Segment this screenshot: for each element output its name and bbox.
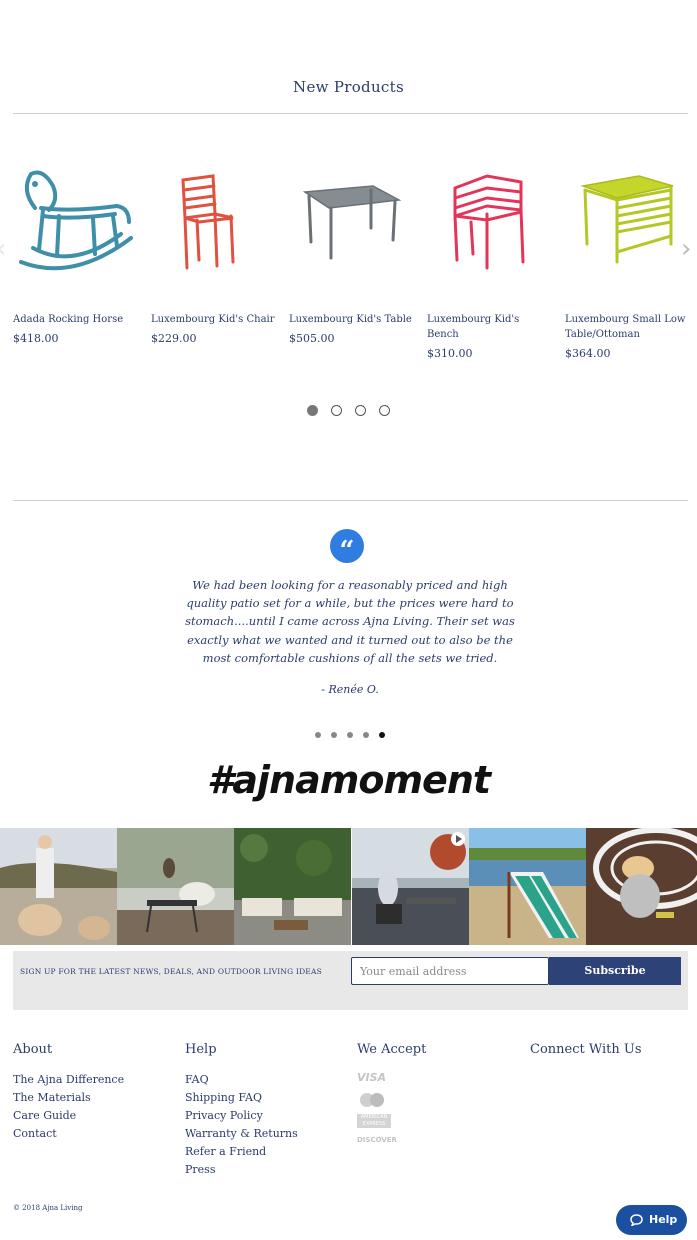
testimonial-author: - Renée O. [321,683,379,696]
footer-link[interactable]: Press [185,1161,298,1179]
product-card[interactable]: Luxembourg Kid's Bench $310.00 [427,150,552,360]
footer-link[interactable]: The Materials [13,1089,124,1107]
footer-link[interactable]: FAQ [185,1071,298,1089]
carousel-pagination [0,400,697,419]
newsletter-signup: Sign up for the latest news, deals, and … [13,951,688,1010]
instagram-photo[interactable] [0,828,117,945]
subscribe-button[interactable]: Subscribe [549,957,681,985]
product-image[interactable] [151,150,276,290]
help-label: Help [649,1213,678,1226]
footer-heading: Help [185,1042,217,1057]
footer-heading: About [13,1042,53,1057]
instagram-photo[interactable] [117,828,235,945]
product-card[interactable]: Adada Rocking Horse $418.00 [13,150,138,345]
pagination-dot[interactable] [330,732,337,738]
product-image[interactable] [13,150,138,290]
instagram-photo[interactable] [585,828,697,945]
footer-about: About The Ajna Difference The Materials … [13,1042,124,1143]
footer-heading: Connect With Us [530,1042,642,1057]
footer-link[interactable]: Care Guide [13,1107,124,1125]
visa-icon: VISA [357,1071,387,1084]
copyright: © 2018 Ajna Living [13,1204,83,1212]
product-carousel: Adada Rocking Horse $418.00 Luxembourg K… [13,150,688,380]
product-price: $310.00 [427,347,473,360]
instagram-photo[interactable] [351,828,469,945]
product-price: $364.00 [565,347,611,360]
instagram-feed [0,828,697,945]
signup-label: Sign up for the latest news, deals, and … [20,967,322,976]
pagination-dot[interactable] [379,732,386,738]
instagram-photo[interactable] [234,828,352,945]
divider [13,500,688,501]
product-name[interactable]: Luxembourg Kid's Bench [427,312,552,342]
instagram-photo[interactable] [468,828,586,945]
pagination-dot[interactable] [347,732,353,738]
footer-heading: We Accept [357,1042,427,1057]
footer-link[interactable]: Shipping FAQ [185,1089,298,1107]
product-name[interactable]: Luxembourg Kid's Table [289,312,414,327]
divider [13,113,688,114]
footer-connect: Connect With Us [530,1042,642,1071]
product-name[interactable]: Luxembourg Small Low Table/Ottoman [565,312,690,342]
product-name[interactable]: Adada Rocking Horse [13,312,138,327]
product-price: $418.00 [13,332,59,345]
pagination-dot[interactable] [314,732,321,738]
amex-icon: AMERICAN EXPRESS [357,1114,391,1128]
product-price: $505.00 [289,332,335,345]
pagination-dot[interactable] [363,732,370,738]
chat-icon [630,1214,643,1226]
product-price: $229.00 [151,332,197,345]
footer-help: Help FAQ Shipping FAQ Privacy Policy War… [185,1042,298,1179]
footer-link[interactable]: Contact [13,1125,124,1143]
product-image[interactable] [289,150,414,290]
help-button[interactable]: Help [616,1205,687,1235]
email-input[interactable] [351,957,549,985]
testimonial-quote: We had been looking for a reasonably pri… [185,578,515,665]
product-image[interactable] [565,150,690,290]
product-card[interactable]: Luxembourg Small Low Table/Ottoman $364.… [565,150,690,360]
new-products-title: New Products [293,78,404,96]
quote-icon: “ [330,529,364,566]
discover-icon: DISCOVER [357,1136,397,1144]
footer-link[interactable]: Refer a Friend [185,1143,298,1161]
footer-link[interactable]: Warranty & Returns [185,1125,298,1143]
prev-arrow[interactable]: ‹ [0,236,10,262]
hashtag-logo: #ajnamoment [206,758,491,802]
product-name[interactable]: Luxembourg Kid's Chair [151,312,276,327]
pagination-dot[interactable] [330,405,342,416]
pagination-dot[interactable] [355,405,367,416]
pagination-dot[interactable] [379,405,391,416]
mastercard-icon [357,1092,387,1107]
product-card[interactable]: Luxembourg Kid's Table $505.00 [289,150,414,345]
footer-link[interactable]: The Ajna Difference [13,1071,124,1089]
testimonial-pagination [0,723,697,742]
footer-we-accept: We Accept VISA AMERICAN EXPRESS DISCOVER [357,1042,426,1152]
product-card[interactable]: Luxembourg Kid's Chair $229.00 [151,150,276,345]
pagination-dot[interactable] [306,405,318,416]
footer-link[interactable]: Privacy Policy [185,1107,298,1125]
product-image[interactable] [427,150,552,290]
